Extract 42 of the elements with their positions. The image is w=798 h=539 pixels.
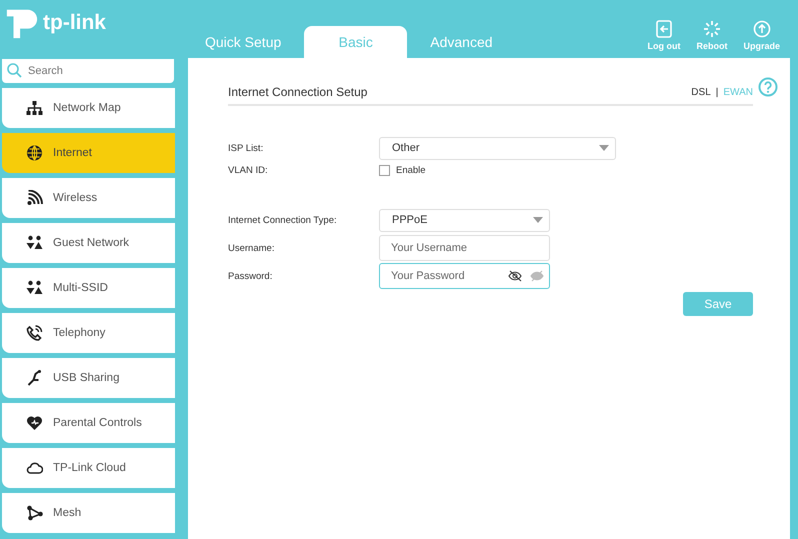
phone-icon: [26, 325, 43, 341]
sidebar-item[interactable]: Multi-SSID: [2, 268, 175, 308]
sidebar-item[interactable]: USB Sharing: [2, 358, 175, 398]
field-label: Password:: [228, 270, 274, 282]
sidebar-item[interactable]: TP-Link Cloud: [2, 448, 175, 488]
heart-icon: [26, 415, 43, 431]
sidebar-item[interactable]: Telephony: [2, 313, 175, 353]
people-icon: [26, 235, 43, 251]
logout-icon: [654, 20, 673, 38]
field-label: Internet Connection Type:: [228, 214, 338, 226]
password-field[interactable]: Your Password: [379, 263, 550, 289]
people-icon: [26, 280, 43, 296]
mesh-icon: [26, 505, 43, 521]
caret-icon: [599, 145, 609, 151]
reboot-icon: [702, 20, 721, 38]
logo-text: tp-link: [43, 11, 106, 35]
wifi-icon: [26, 190, 43, 206]
globe-icon: [26, 145, 43, 161]
sidebar-item[interactable]: Mesh: [2, 493, 175, 533]
dropdown[interactable]: Other: [379, 136, 616, 160]
usb-icon: [26, 370, 43, 386]
field-label: ISP List:: [228, 142, 264, 154]
upgrade-icon: [752, 20, 771, 38]
field-label: Username:: [228, 242, 276, 254]
sidebar-item[interactable]: Network Map: [2, 88, 175, 128]
sidebar-item[interactable]: Internet: [2, 133, 175, 173]
map-icon: [26, 100, 43, 116]
help-icon[interactable]: [758, 77, 778, 97]
checkbox-label: Enable: [396, 164, 426, 176]
sidebar-item[interactable]: Wireless: [2, 178, 175, 218]
dropdown[interactable]: PPPoE: [379, 208, 550, 232]
checkbox[interactable]: [379, 164, 390, 176]
caret-icon: [533, 217, 543, 223]
sidebar-item[interactable]: Guest Network: [2, 223, 175, 263]
field-label: VLAN ID:: [228, 164, 269, 176]
text-field[interactable]: Your Username: [379, 235, 550, 261]
sidebar-item[interactable]: Parental Controls: [2, 403, 175, 443]
separator: |: [716, 86, 718, 98]
mode-link[interactable]: DSL: [691, 86, 711, 98]
cloud-icon: [26, 460, 43, 476]
section-title: Internet Connection Setup: [228, 85, 368, 99]
search-field[interactable]: Search: [2, 59, 174, 83]
